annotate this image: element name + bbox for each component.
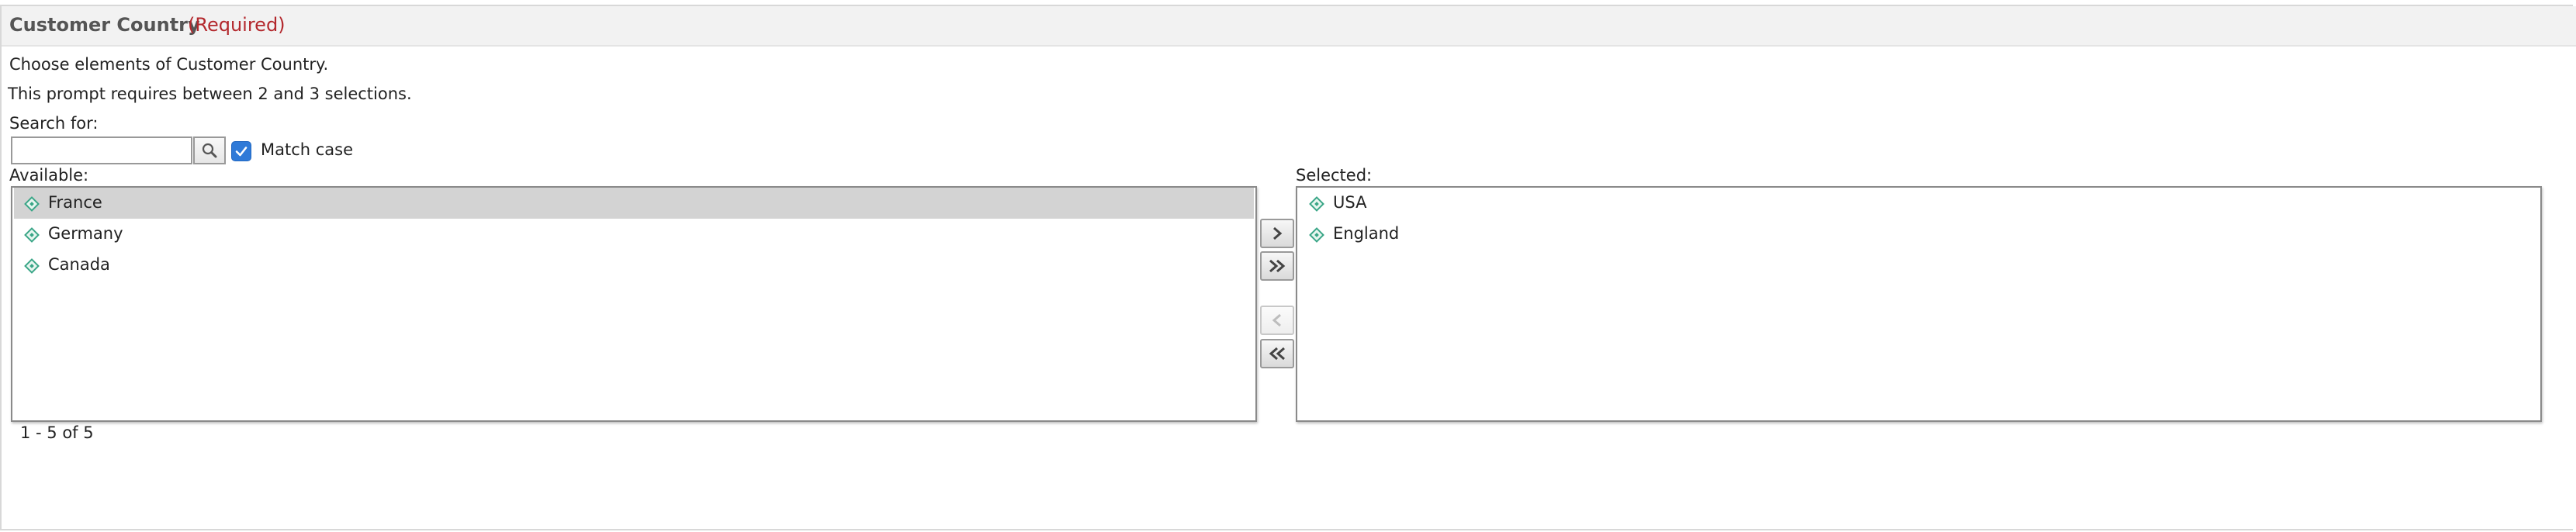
add-button[interactable] [1260,219,1294,248]
required-label: (Required) [188,14,286,36]
search-input[interactable] [11,136,192,164]
prompt-requirement: This prompt requires between 2 and 3 sel… [8,85,412,103]
available-item[interactable]: Germany [14,219,1254,250]
selected-item-label: USA [1333,193,1367,212]
search-button[interactable] [193,136,226,164]
member-icon [1309,227,1324,243]
prompt-title: Customer Country [9,14,200,36]
search-label: Search for: [9,114,99,133]
selected-item[interactable]: England [1299,219,2539,250]
double-chevron-right-icon [1269,259,1286,273]
available-label: Available: [9,166,89,185]
prompt-header: Customer Country (Required) [2,6,2576,47]
selected-item-label: England [1333,224,1400,243]
member-icon [24,258,40,274]
chevron-right-icon [1273,226,1283,240]
member-icon [24,227,40,243]
remove-button[interactable] [1260,306,1294,335]
selected-item[interactable]: USA [1299,188,2539,219]
member-icon [1309,196,1324,212]
remove-all-button[interactable] [1260,339,1294,368]
available-listbox[interactable]: France Germany Canada [11,186,1257,422]
selected-label: Selected: [1296,166,1373,185]
match-case-label: Match case [261,140,354,159]
available-item[interactable]: Canada [14,250,1254,281]
pager-text: 1 - 5 of 5 [20,423,94,442]
add-all-button[interactable] [1260,251,1294,281]
available-item[interactable]: France [14,188,1254,219]
double-chevron-left-icon [1269,347,1285,361]
available-item-label: France [48,193,102,212]
available-item-label: Germany [48,224,123,243]
chevron-left-icon [1272,313,1281,327]
magnifier-icon [202,143,217,158]
checkmark-icon [235,147,248,157]
member-icon [24,196,40,212]
available-item-label: Canada [48,255,110,274]
match-case-checkbox[interactable] [231,141,251,161]
prompt-instruction: Choose elements of Customer Country. [9,55,329,74]
selected-listbox[interactable]: USA England [1296,186,2542,422]
